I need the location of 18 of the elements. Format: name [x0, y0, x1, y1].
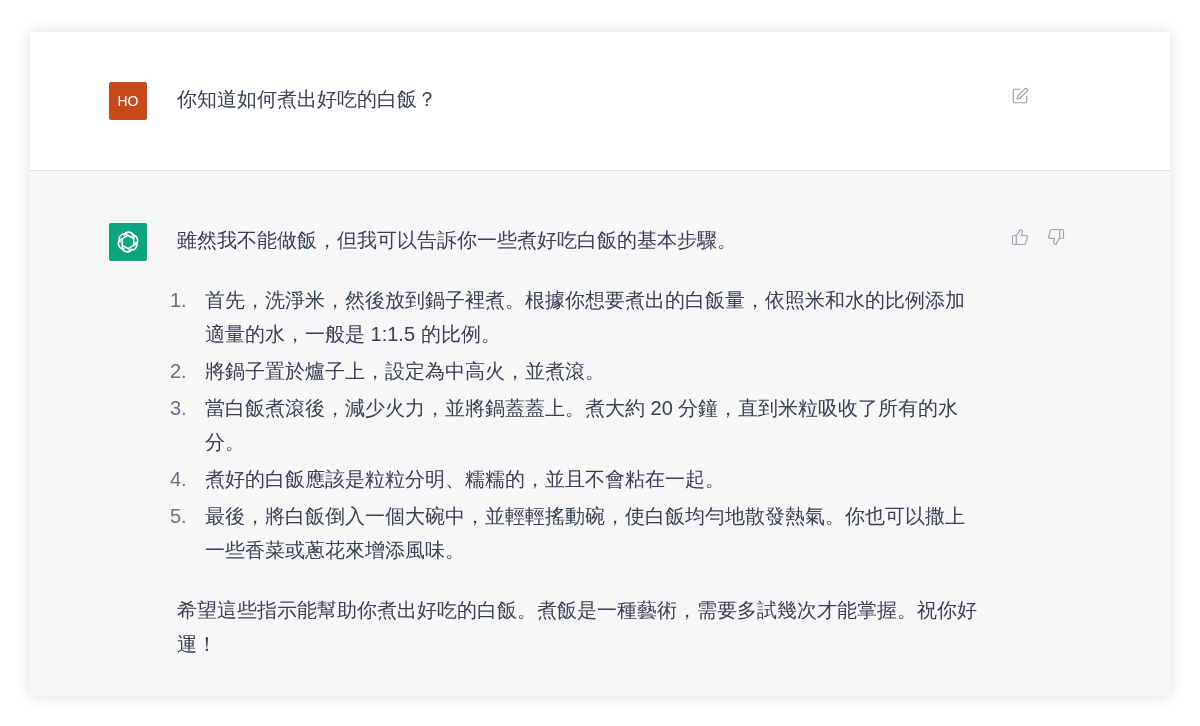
list-item-text: 最後，將白飯倒入一個大碗中，並輕輕搖動碗，使白飯均勻地散發熱氣。你也可以撒上一些香菜或蔥花來增添風味。: [205, 504, 966, 563]
list-item-text: 煮好的白飯應該是粒粒分明、糯糯的，並且不會粘在一起。: [205, 467, 726, 492]
message-text: 雖然我不能做飯，但我可以告訴你一些煮好吃白飯的基本步驟。: [177, 228, 738, 253]
logo-icon: [109, 223, 147, 261]
list-number: 5.: [170, 504, 188, 529]
edit-icon[interactable]: [1011, 87, 1029, 105]
thumbs-up-icon[interactable]: [1011, 228, 1029, 246]
list-number: 2.: [170, 359, 188, 384]
list-item-text: 首先，洗淨米，然後放到鍋子裡煮。根據你想要煮出的白飯量，依照米和水的比例添加適量的水，一般是 1:1.5 的比例。: [205, 288, 966, 347]
message-text: 希望這些指示能幫助你煮出好吃的白飯。煮飯是一種藝術，需要多試幾次才能掌握。祝你好運！: [177, 598, 978, 657]
list-number: 4.: [170, 467, 188, 492]
user-avatar: HO: [109, 82, 147, 120]
message-text: 你知道如何煮出好吃的白飯？: [177, 87, 438, 112]
list-item-text: 當白飯煮滾後，減少火力，並將鍋蓋蓋上。煮大約 20 分鐘，直到米粒吸收了所有的水分。: [205, 396, 960, 455]
thumbs-down-icon[interactable]: [1047, 228, 1065, 246]
list-number: 1.: [170, 288, 188, 313]
list-item-text: 將鍋子置於爐子上，設定為中高火，並煮滾。: [205, 359, 606, 384]
list-number: 3.: [170, 396, 188, 421]
